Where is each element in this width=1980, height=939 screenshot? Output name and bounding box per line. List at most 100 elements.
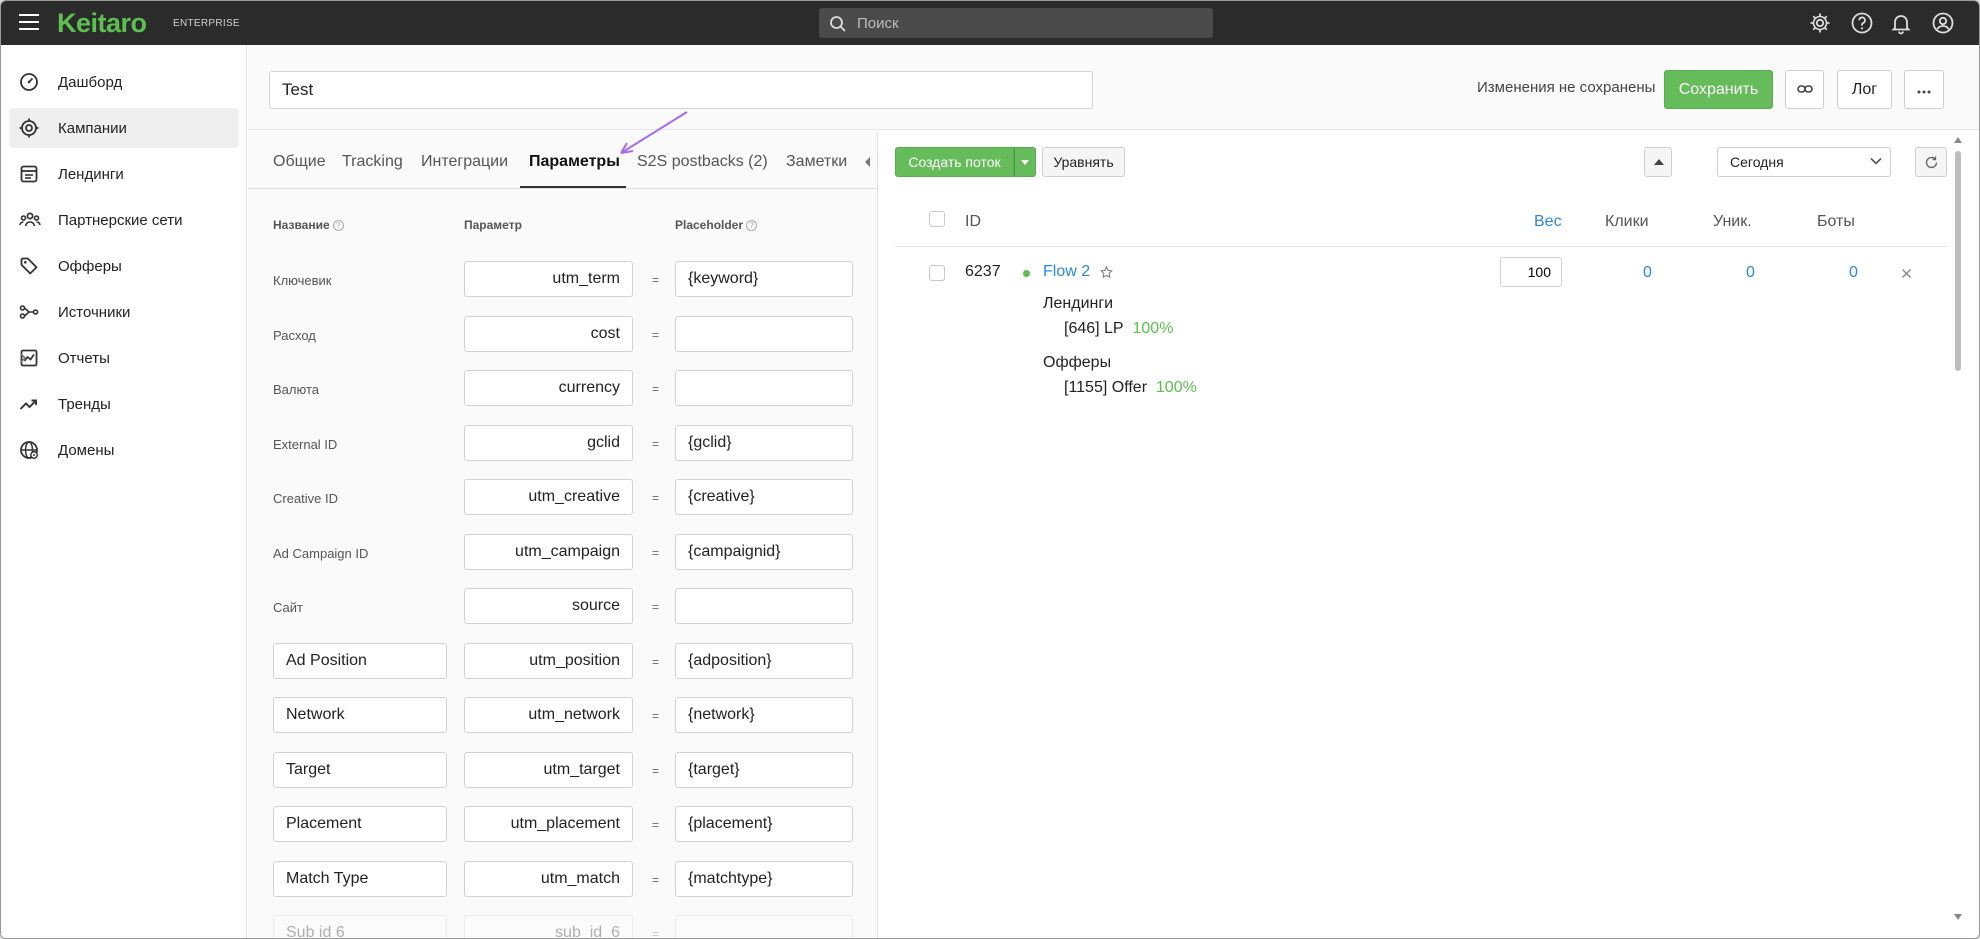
- equals-sign: =: [652, 600, 660, 614]
- placeholder-input[interactable]: [675, 697, 853, 733]
- sidebar-item-reports[interactable]: Отчеты: [9, 338, 239, 378]
- column-header-param: Параметр: [464, 218, 522, 232]
- placeholder-input[interactable]: [675, 860, 853, 897]
- tab-parameters[interactable]: Параметры: [529, 153, 620, 171]
- sidebar-item-campaigns[interactable]: Кампании: [9, 108, 239, 148]
- parameter-name-input[interactable]: [273, 806, 447, 842]
- parameter-key-input[interactable]: [464, 860, 633, 897]
- help-icon[interactable]: ?: [332, 220, 344, 232]
- placeholder-input[interactable]: [675, 806, 853, 842]
- offer-item[interactable]: [1155] Offer 100%: [1064, 379, 1197, 397]
- sidebar-item-sources[interactable]: Источники: [9, 292, 239, 332]
- scroll-up-icon[interactable]: [1954, 137, 1962, 143]
- placeholder-input[interactable]: [675, 533, 853, 570]
- placeholder-input[interactable]: [675, 588, 853, 624]
- parameter-name-label: Creative ID: [273, 491, 339, 506]
- equalize-button[interactable]: Уравнять: [1042, 147, 1125, 177]
- create-flow-button[interactable]: Создать поток: [895, 147, 1014, 177]
- tabs-scroll-left-icon[interactable]: [865, 157, 870, 167]
- parameter-name-input[interactable]: [273, 642, 447, 679]
- bell-icon[interactable]: [1889, 11, 1913, 35]
- flow-name-link[interactable]: Flow 2: [1043, 263, 1090, 281]
- account-icon[interactable]: [1931, 11, 1955, 35]
- search-input[interactable]: [857, 8, 1197, 38]
- placeholder-input[interactable]: [675, 751, 853, 788]
- flow-weight-input[interactable]: [1500, 257, 1562, 287]
- parameter-name-input[interactable]: [273, 915, 447, 938]
- parameter-name-input[interactable]: [273, 697, 447, 733]
- parameter-key-input[interactable]: [464, 642, 633, 679]
- offer-share: 100%: [1155, 379, 1197, 396]
- help-icon[interactable]: ?: [746, 220, 758, 232]
- parameter-key-input[interactable]: [464, 806, 633, 842]
- column-clicks[interactable]: Клики: [1605, 213, 1649, 231]
- flows-scrollbar[interactable]: [1951, 131, 1963, 938]
- parameter-key-input[interactable]: [464, 751, 633, 788]
- parameter-key-input[interactable]: [464, 697, 633, 733]
- tab-tracking[interactable]: Tracking: [342, 153, 403, 171]
- sidebar-item-affiliate-networks[interactable]: Партнерские сети: [9, 200, 239, 240]
- column-weight[interactable]: Вес: [1534, 213, 1562, 231]
- tab-s2s-postbacks[interactable]: S2S postbacks (2): [637, 153, 768, 171]
- placeholder-input[interactable]: [675, 915, 853, 938]
- column-id[interactable]: ID: [965, 213, 981, 231]
- equals-sign: =: [652, 927, 660, 939]
- sidebar-item-offers[interactable]: Офферы: [9, 246, 239, 286]
- column-bots[interactable]: Боты: [1817, 213, 1855, 231]
- save-button[interactable]: Сохранить: [1664, 70, 1773, 109]
- flow-unique-value[interactable]: 0: [1746, 264, 1755, 282]
- sidebar-item-trends[interactable]: Тренды: [9, 384, 239, 424]
- equals-sign: =: [652, 818, 660, 832]
- equals-sign: =: [652, 872, 660, 887]
- parameter-key-input[interactable]: [464, 261, 633, 297]
- placeholder-input[interactable]: [675, 424, 853, 461]
- parameter-key-input[interactable]: [464, 424, 633, 461]
- refresh-button[interactable]: [1915, 147, 1947, 177]
- placeholder-input[interactable]: [675, 315, 853, 352]
- placeholder-input[interactable]: [675, 479, 853, 515]
- close-icon[interactable]: [1901, 268, 1912, 279]
- menu-icon[interactable]: [19, 14, 39, 30]
- flow-bots-value[interactable]: 0: [1849, 264, 1858, 282]
- landings-section-label: Лендинги: [1043, 295, 1114, 312]
- parameter-key-input[interactable]: [464, 315, 633, 352]
- star-icon[interactable]: [1100, 266, 1113, 279]
- placeholder-input[interactable]: [675, 261, 853, 297]
- parameter-key-input[interactable]: [464, 588, 633, 624]
- column-unique[interactable]: Уник.: [1713, 213, 1752, 231]
- parameter-key-input[interactable]: [464, 479, 633, 515]
- column-header-label: Placeholder: [675, 218, 744, 232]
- landing-name: [646] LP: [1064, 320, 1124, 337]
- sidebar-item-landings[interactable]: Лендинги: [9, 154, 239, 194]
- parameter-key-input[interactable]: [464, 533, 633, 570]
- tab-notes[interactable]: Заметки: [786, 153, 847, 171]
- landing-item[interactable]: [646] LP 100%: [1064, 320, 1173, 338]
- placeholder-input[interactable]: [675, 642, 853, 679]
- help-icon[interactable]: [1850, 11, 1874, 35]
- tab-general[interactable]: Общие: [273, 153, 326, 171]
- scroll-down-icon[interactable]: [1954, 914, 1962, 920]
- parameter-name-input[interactable]: [273, 860, 447, 897]
- equals-sign: =: [652, 273, 660, 287]
- date-range-select[interactable]: Сегодня: [1717, 147, 1891, 177]
- placeholder-input[interactable]: [675, 370, 853, 406]
- link-button[interactable]: [1785, 70, 1824, 109]
- collapse-up-button[interactable]: [1644, 147, 1672, 177]
- sidebar-item-domains[interactable]: Домены: [9, 430, 239, 470]
- flow-row-checkbox[interactable]: [929, 265, 945, 281]
- create-flow-dropdown-button[interactable]: [1014, 147, 1036, 177]
- scroll-thumb[interactable]: [1955, 151, 1961, 371]
- app-logo[interactable]: Keitaro: [57, 8, 147, 39]
- log-button[interactable]: Лог: [1837, 70, 1892, 109]
- parameter-key-input[interactable]: [464, 370, 633, 406]
- tab-integrations[interactable]: Интеграции: [421, 153, 508, 171]
- more-button[interactable]: [1904, 70, 1944, 109]
- select-all-checkbox[interactable]: [929, 211, 945, 227]
- parameter-name-input[interactable]: [273, 751, 447, 788]
- gear-icon[interactable]: [1808, 11, 1832, 35]
- flow-clicks-value[interactable]: 0: [1643, 264, 1652, 282]
- sidebar-item-dashboard[interactable]: Дашборд: [9, 62, 239, 102]
- parameter-key-input[interactable]: [464, 915, 633, 938]
- campaign-name-input[interactable]: [269, 71, 1093, 109]
- settings-tabs: Общие Tracking Интеграции Параметры S2S …: [248, 131, 877, 189]
